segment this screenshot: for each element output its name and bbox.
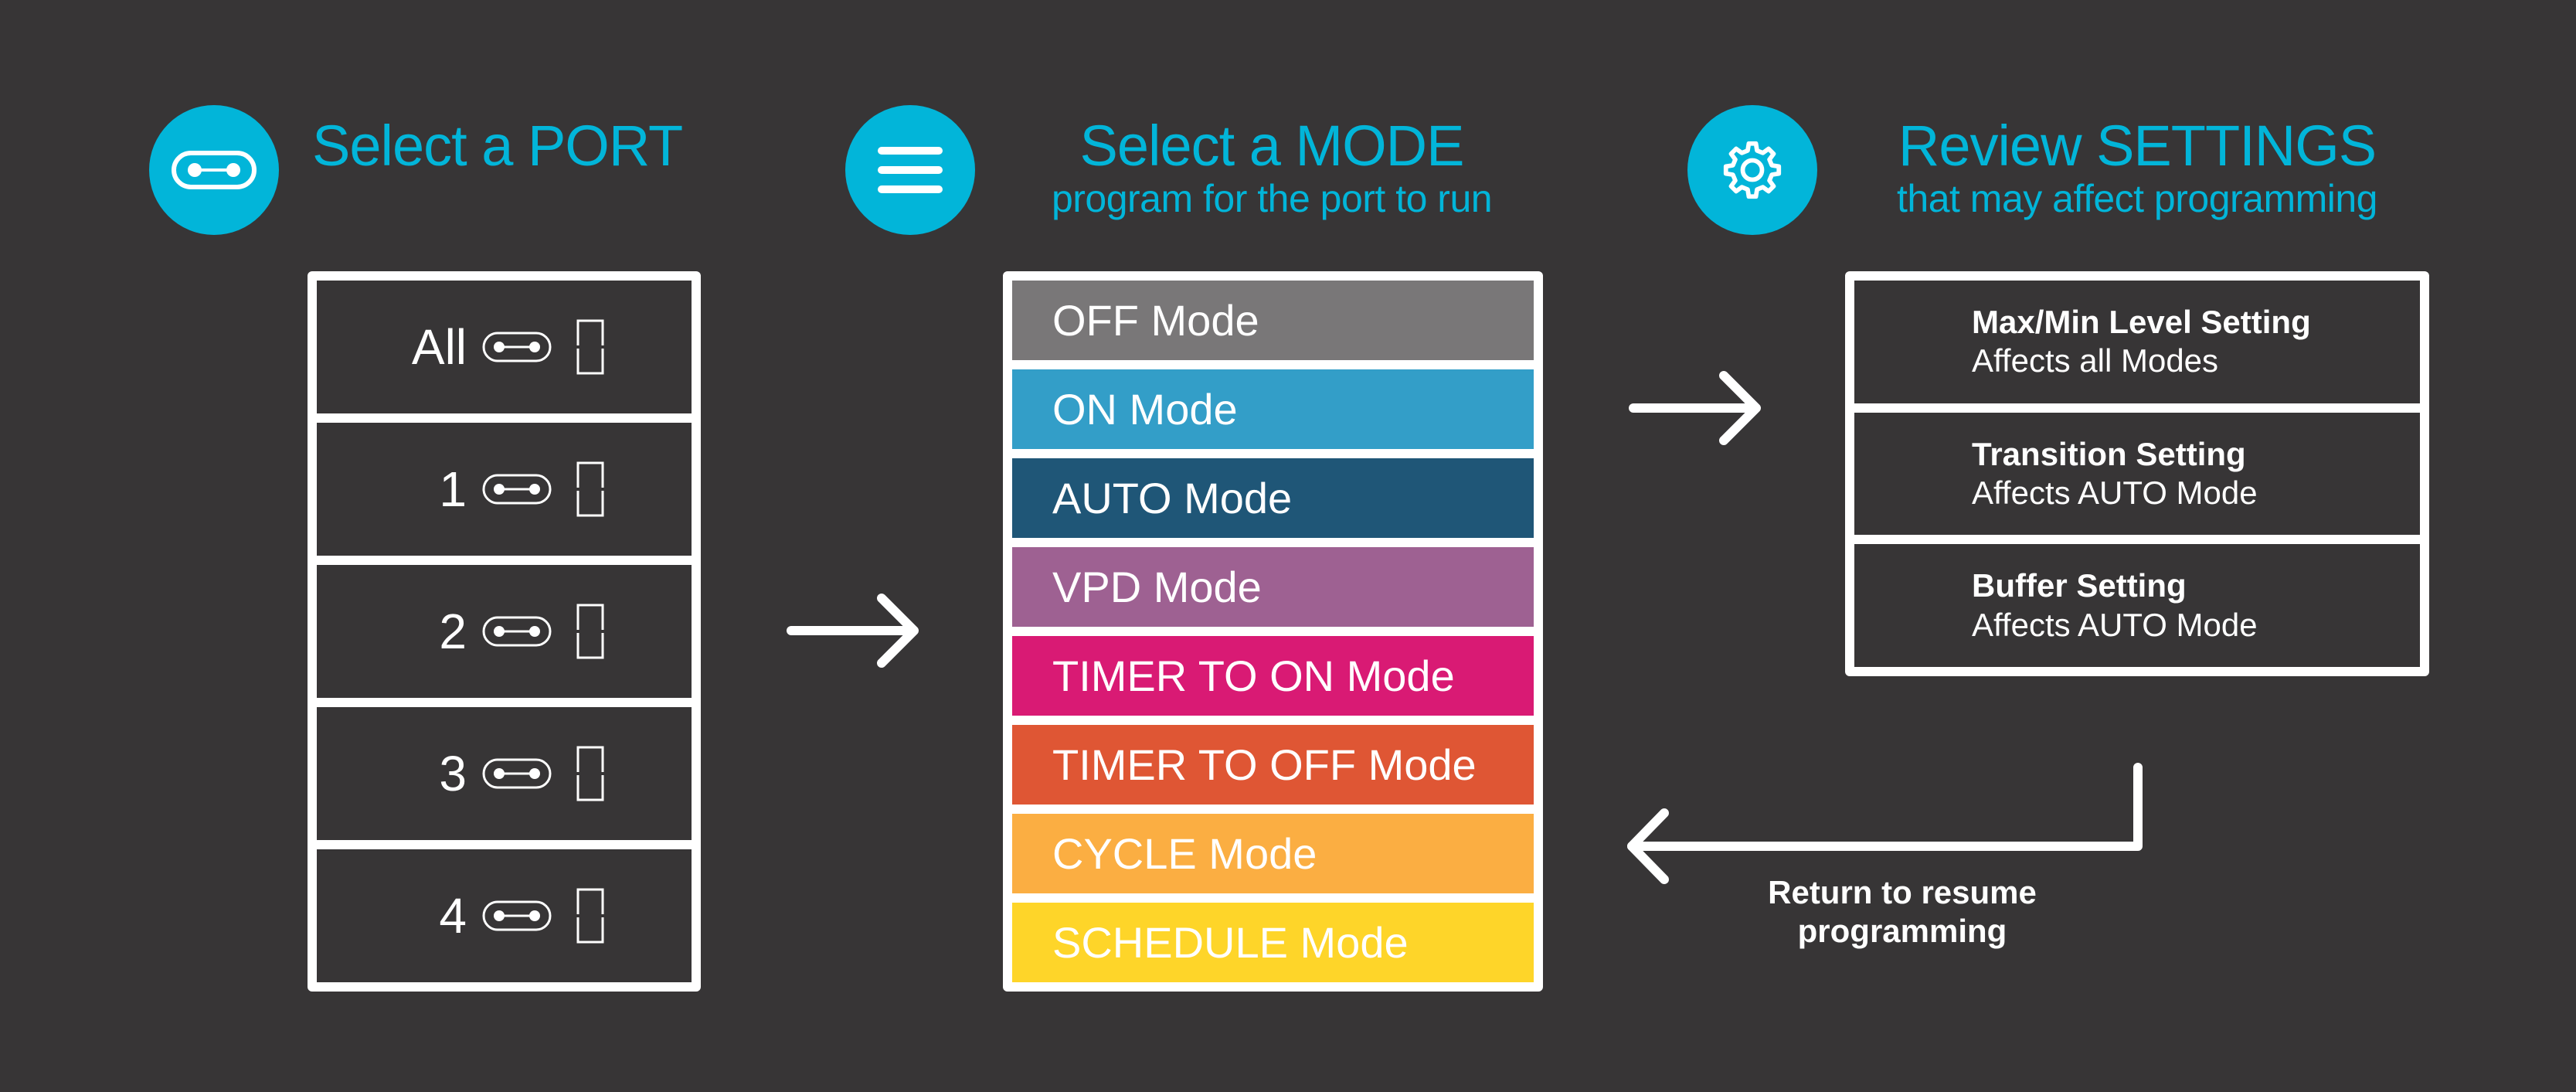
return-arrow-icon (1627, 763, 2143, 884)
return-note-line1: Return to resume (1768, 874, 2037, 910)
flow-arrows (787, 371, 2143, 884)
return-note: Return to resume programming (1768, 873, 2037, 951)
arrow-right-icon (1629, 371, 1761, 445)
arrow-right-icon (787, 594, 919, 668)
return-note-line2: programming (1797, 913, 2007, 949)
